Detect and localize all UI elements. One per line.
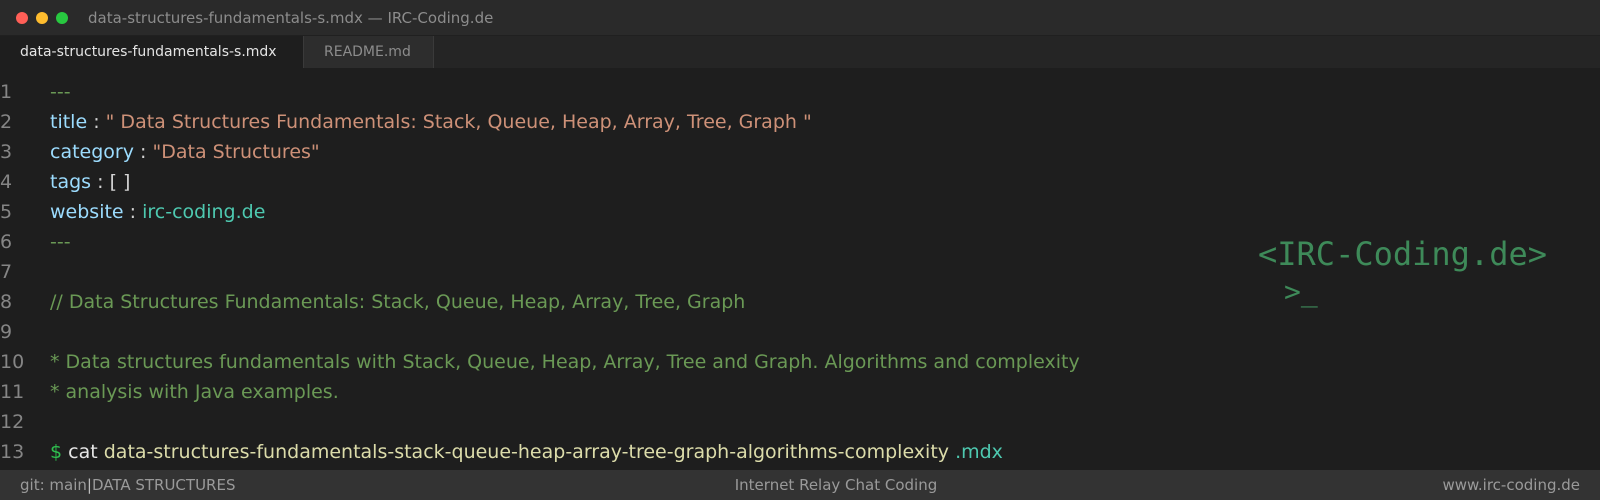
line-number: 12 — [0, 411, 25, 433]
yaml-string-value: " Data Structures Fundamentals: Stack, Q… — [105, 111, 812, 133]
terminal-prompt-logo: >_ — [1284, 275, 1318, 308]
file-extension: .mdx — [955, 441, 1003, 463]
line-number: 8 — [0, 291, 13, 313]
command-name: cat — [68, 441, 98, 463]
line-number: 1 — [0, 81, 13, 103]
line-number: 10 — [0, 351, 25, 373]
yaml-key: category — [50, 141, 134, 163]
yaml-colon: : — [97, 171, 104, 193]
line-number: 4 — [0, 171, 13, 193]
status-bar: git: main|DATA STRUCTURES Internet Relay… — [0, 470, 1600, 500]
minimize-window-button[interactable] — [36, 12, 48, 24]
irc-coding-logo: <IRC-Coding.de> — [1258, 235, 1547, 273]
yaml-link-value[interactable]: irc-coding.de — [142, 201, 265, 223]
yaml-key: website — [50, 201, 124, 223]
line-number: 11 — [0, 381, 25, 403]
terminal-command: $ cat data-structures-fundamentals-stack… — [50, 437, 1003, 467]
line-number: 5 — [0, 201, 13, 223]
line-number: 9 — [0, 321, 13, 343]
description-line: * Data structures fundamentals with Stac… — [50, 351, 1080, 373]
site-tagline: Internet Relay Chat Coding — [734, 476, 938, 494]
yaml-string-value: "Data Structures" — [152, 141, 320, 163]
status-left: git: main|DATA STRUCTURES — [20, 470, 235, 500]
line-number: 3 — [0, 141, 13, 163]
description-line: * analysis with Java examples. — [50, 381, 339, 403]
zoom-window-button[interactable] — [56, 12, 68, 24]
code-content: category : "Data Structures" — [50, 137, 320, 167]
yaml-colon: : — [93, 111, 100, 133]
frontmatter-delimiter: --- — [50, 81, 71, 103]
tab-readme[interactable]: README.md — [304, 36, 434, 68]
site-url[interactable]: www.irc-coding.de — [1442, 470, 1580, 500]
line-number: 6 — [0, 231, 13, 253]
yaml-key: tags — [50, 171, 92, 193]
command-filename: data-structures-fundamentals-stack-queue… — [103, 441, 950, 463]
yaml-colon: : — [129, 201, 137, 223]
title-bar: data-structures-fundamentals-s.mdx — IRC… — [0, 0, 1600, 36]
editor-window: data-structures-fundamentals-s.mdx — IRC… — [0, 0, 1600, 500]
frontmatter-delimiter: --- — [50, 231, 71, 253]
tab-data-structures-mdx[interactable]: data-structures-fundamentals-s.mdx — [0, 36, 304, 68]
line-number: 2 — [0, 111, 13, 133]
code-comment: // Data Structures Fundamentals: Stack, … — [50, 291, 746, 313]
yaml-colon: : — [140, 141, 147, 163]
section-label: DATA STRUCTURES — [91, 476, 236, 494]
line-number: 13 — [0, 441, 25, 463]
code-content: title : " Data Structures Fundamentals: … — [50, 107, 812, 137]
code-content: tags : [ ] — [50, 167, 130, 197]
status-center: Internet Relay Chat Coding — [0, 470, 1600, 500]
tab-bar: data-structures-fundamentals-s.mdx READM… — [0, 36, 1600, 68]
yaml-array-value: [ ] — [109, 171, 131, 193]
yaml-key: title — [50, 111, 88, 133]
code-content: website : irc-coding.de — [50, 197, 265, 227]
git-branch[interactable]: git: main — [20, 476, 87, 494]
window-title: data-structures-fundamentals-s.mdx — IRC… — [88, 9, 494, 27]
line-number: 7 — [0, 261, 13, 283]
prompt-symbol: $ — [50, 441, 63, 463]
close-window-button[interactable] — [16, 12, 28, 24]
